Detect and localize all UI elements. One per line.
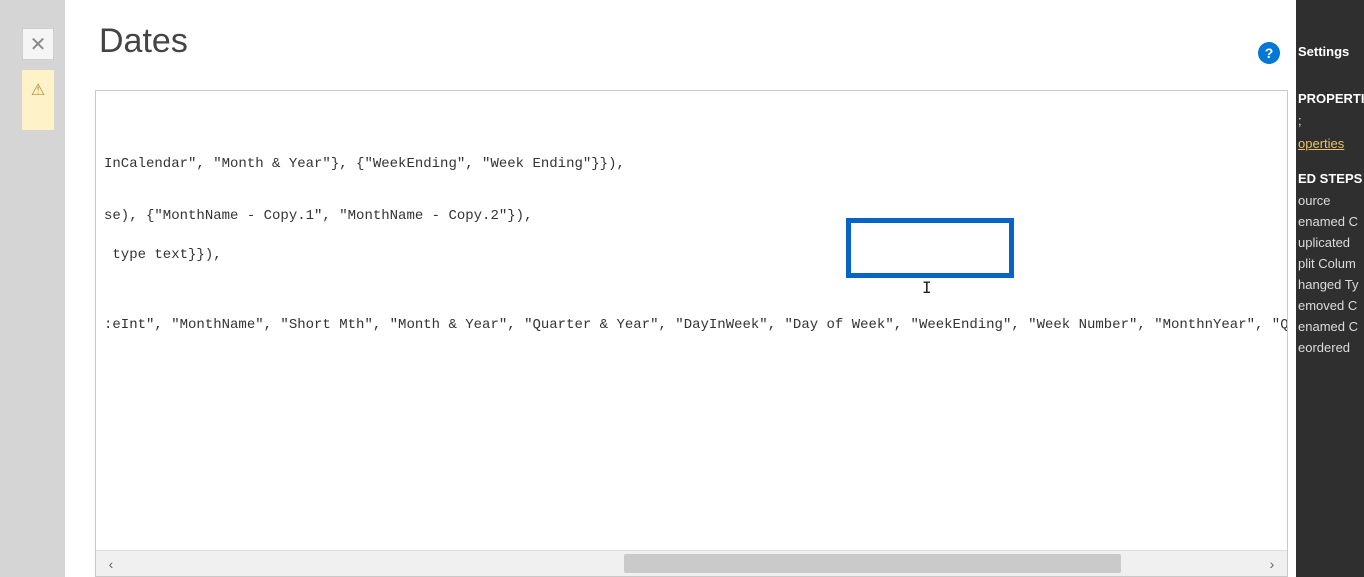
code-content[interactable]: InCalendar", "Month & Year"}, {"WeekEndi… — [96, 91, 1287, 546]
page-title: Dates — [99, 22, 1280, 61]
horizontal-scrollbar[interactable]: ‹ › — [96, 550, 1287, 576]
help-icon[interactable]: ? — [1258, 42, 1280, 64]
properties-link[interactable]: operties — [1296, 134, 1364, 153]
step-item[interactable]: ource — [1296, 190, 1364, 211]
step-item[interactable]: uplicated — [1296, 232, 1364, 253]
scroll-right-button[interactable]: › — [1257, 551, 1287, 576]
left-gutter: ✕ ⚠ — [0, 0, 65, 577]
step-item[interactable]: emoved C — [1296, 295, 1364, 316]
scroll-left-button[interactable]: ‹ — [96, 551, 126, 576]
scroll-thumb[interactable] — [624, 554, 1122, 573]
settings-heading: Settings — [1296, 40, 1364, 63]
step-item[interactable]: enamed C — [1296, 316, 1364, 337]
close-button[interactable]: ✕ — [22, 28, 54, 60]
warning-icon: ⚠ — [31, 80, 45, 100]
step-item[interactable]: hanged Ty — [1296, 274, 1364, 295]
properties-heading: PROPERTIES — [1296, 87, 1364, 110]
text-cursor: I — [922, 278, 932, 297]
applied-steps-heading: ED STEPS — [1296, 167, 1364, 190]
step-item[interactable]: plit Colum — [1296, 253, 1364, 274]
scroll-track[interactable] — [126, 551, 1257, 576]
step-item[interactable]: enamed C — [1296, 211, 1364, 232]
code-editor[interactable]: InCalendar", "Month & Year"}, {"WeekEndi… — [95, 90, 1288, 577]
code-line-4: :eInt", "MonthName", "Short Mth", "Month… — [104, 314, 1279, 336]
code-line-3: type text}}), — [104, 244, 1279, 266]
step-item[interactable]: eordered — [1296, 337, 1364, 358]
properties-gap: ; — [1296, 110, 1364, 134]
code-line-1: InCalendar", "Month & Year"}, {"WeekEndi… — [104, 153, 1279, 175]
warning-badge: ⚠ — [22, 70, 54, 130]
editor-container: Dates ? InCalendar", "Month & Year"}, {"… — [65, 0, 1296, 577]
close-icon: ✕ — [30, 32, 47, 57]
right-panel: Settings PROPERTIES ; operties ED STEPS … — [1296, 0, 1364, 577]
code-line-2: se), {"MonthName - Copy.1", "MonthName -… — [104, 205, 1279, 227]
